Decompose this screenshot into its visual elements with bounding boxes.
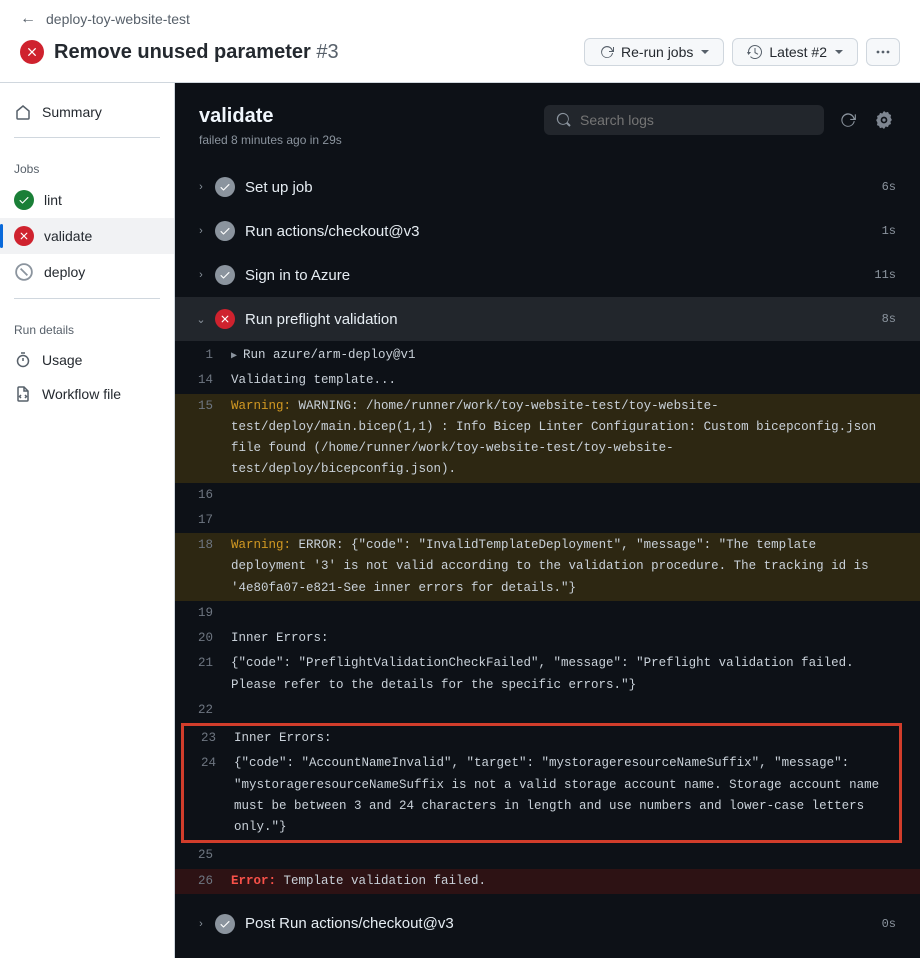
kebab-icon (875, 44, 891, 60)
sidebar: Summary Jobs lint validate deploy Run de… (0, 82, 175, 958)
step-duration: 11s (874, 268, 896, 282)
log-line: 26Error: Template validation failed. (175, 869, 920, 894)
chevron-icon: › (193, 181, 209, 193)
sidebar-summary[interactable]: Summary (0, 95, 174, 129)
log-panel: validate failed 8 minutes ago in 29s › Se… (175, 82, 920, 958)
stopwatch-icon (14, 351, 32, 369)
sidebar-usage[interactable]: Usage (0, 343, 174, 377)
log-line: 15Warning: WARNING: /home/runner/work/to… (175, 394, 920, 483)
step-duration: 8s (882, 312, 896, 326)
chevron-icon: ⌄ (193, 313, 209, 326)
step-name: Set up job (245, 179, 882, 196)
caret-down-icon (835, 50, 843, 54)
step-duration: 0s (882, 917, 896, 931)
sync-icon (599, 44, 615, 60)
search-input[interactable] (580, 112, 812, 128)
sidebar-workflow-file[interactable]: Workflow file (0, 377, 174, 411)
step-name: Run actions/checkout@v3 (245, 223, 882, 240)
log-line: 19 (175, 601, 920, 626)
success-icon (215, 177, 235, 197)
log-line: 23Inner Errors: (184, 726, 899, 751)
search-logs[interactable] (544, 105, 824, 135)
more-actions-button[interactable] (866, 38, 900, 66)
job-title: validate (199, 105, 342, 128)
step-row[interactable]: › Post Run actions/checkout@v30s (175, 902, 920, 946)
success-icon (14, 190, 34, 210)
log-line: 18Warning: ERROR: {"code": "InvalidTempl… (175, 533, 920, 601)
step-name: Run preflight validation (245, 311, 882, 328)
log-line: 17 (175, 508, 920, 533)
log-line: 25 (175, 843, 920, 868)
chevron-icon: › (193, 269, 209, 281)
sidebar-job-lint[interactable]: lint (0, 182, 174, 218)
step-row[interactable]: › Run actions/checkout@v31s (175, 209, 920, 253)
step-row[interactable]: › Set up job6s (175, 165, 920, 209)
caret-down-icon (701, 50, 709, 54)
sidebar-details-heading: Run details (0, 307, 174, 343)
chevron-icon: › (193, 225, 209, 237)
history-icon (747, 44, 763, 60)
sidebar-item-label: validate (44, 228, 92, 244)
sidebar-item-label: Summary (42, 104, 102, 120)
search-icon (556, 112, 572, 128)
sidebar-item-label: deploy (44, 264, 85, 280)
success-icon (215, 914, 235, 934)
latest-run-button[interactable]: Latest #2 (732, 38, 858, 66)
step-name: Post Run actions/checkout@v3 (245, 915, 882, 932)
step-row[interactable]: ›Complete job0s (175, 946, 920, 958)
sidebar-item-label: Workflow file (42, 386, 121, 402)
log-area: 1▶Run azure/arm-deploy@v114Validating te… (175, 341, 920, 902)
run-status-failure-icon (20, 40, 44, 64)
step-name: Sign in to Azure (245, 267, 874, 284)
home-icon (14, 103, 32, 121)
sidebar-item-label: lint (44, 192, 62, 208)
success-icon (215, 265, 235, 285)
step-row[interactable]: › Sign in to Azure11s (175, 253, 920, 297)
page-title: Remove unused parameter #3 (54, 41, 339, 64)
log-line: 21{"code": "PreflightValidationCheckFail… (175, 651, 920, 698)
log-line: 24{"code": "AccountNameInvalid", "target… (184, 751, 899, 840)
sidebar-job-deploy[interactable]: deploy (0, 254, 174, 290)
step-duration: 1s (882, 224, 896, 238)
chevron-icon: › (193, 918, 209, 930)
log-line: 20Inner Errors: (175, 626, 920, 651)
rerun-jobs-button[interactable]: Re-run jobs (584, 38, 724, 66)
log-line: 1▶Run azure/arm-deploy@v1 (175, 343, 920, 368)
log-line: 14Validating template... (175, 368, 920, 393)
failure-icon (14, 226, 34, 246)
back-arrow-icon[interactable]: ← (20, 10, 36, 28)
highlighted-error: 23Inner Errors:24{"code": "AccountNameIn… (181, 723, 902, 843)
skipped-icon (14, 262, 34, 282)
step-duration: 6s (882, 180, 896, 194)
job-subtitle: failed 8 minutes ago in 29s (199, 133, 342, 147)
log-line: 22 (175, 698, 920, 723)
sidebar-jobs-heading: Jobs (0, 146, 174, 182)
log-line: 16 (175, 483, 920, 508)
failure-icon (215, 309, 235, 329)
sidebar-job-validate[interactable]: validate (0, 218, 174, 254)
refresh-logs-button[interactable] (836, 108, 860, 132)
breadcrumb[interactable]: deploy-toy-website-test (46, 11, 190, 27)
file-icon (14, 385, 32, 403)
success-icon (215, 221, 235, 241)
sidebar-item-label: Usage (42, 352, 82, 368)
settings-button[interactable] (872, 108, 896, 132)
step-row[interactable]: ⌄ Run preflight validation8s (175, 297, 920, 341)
